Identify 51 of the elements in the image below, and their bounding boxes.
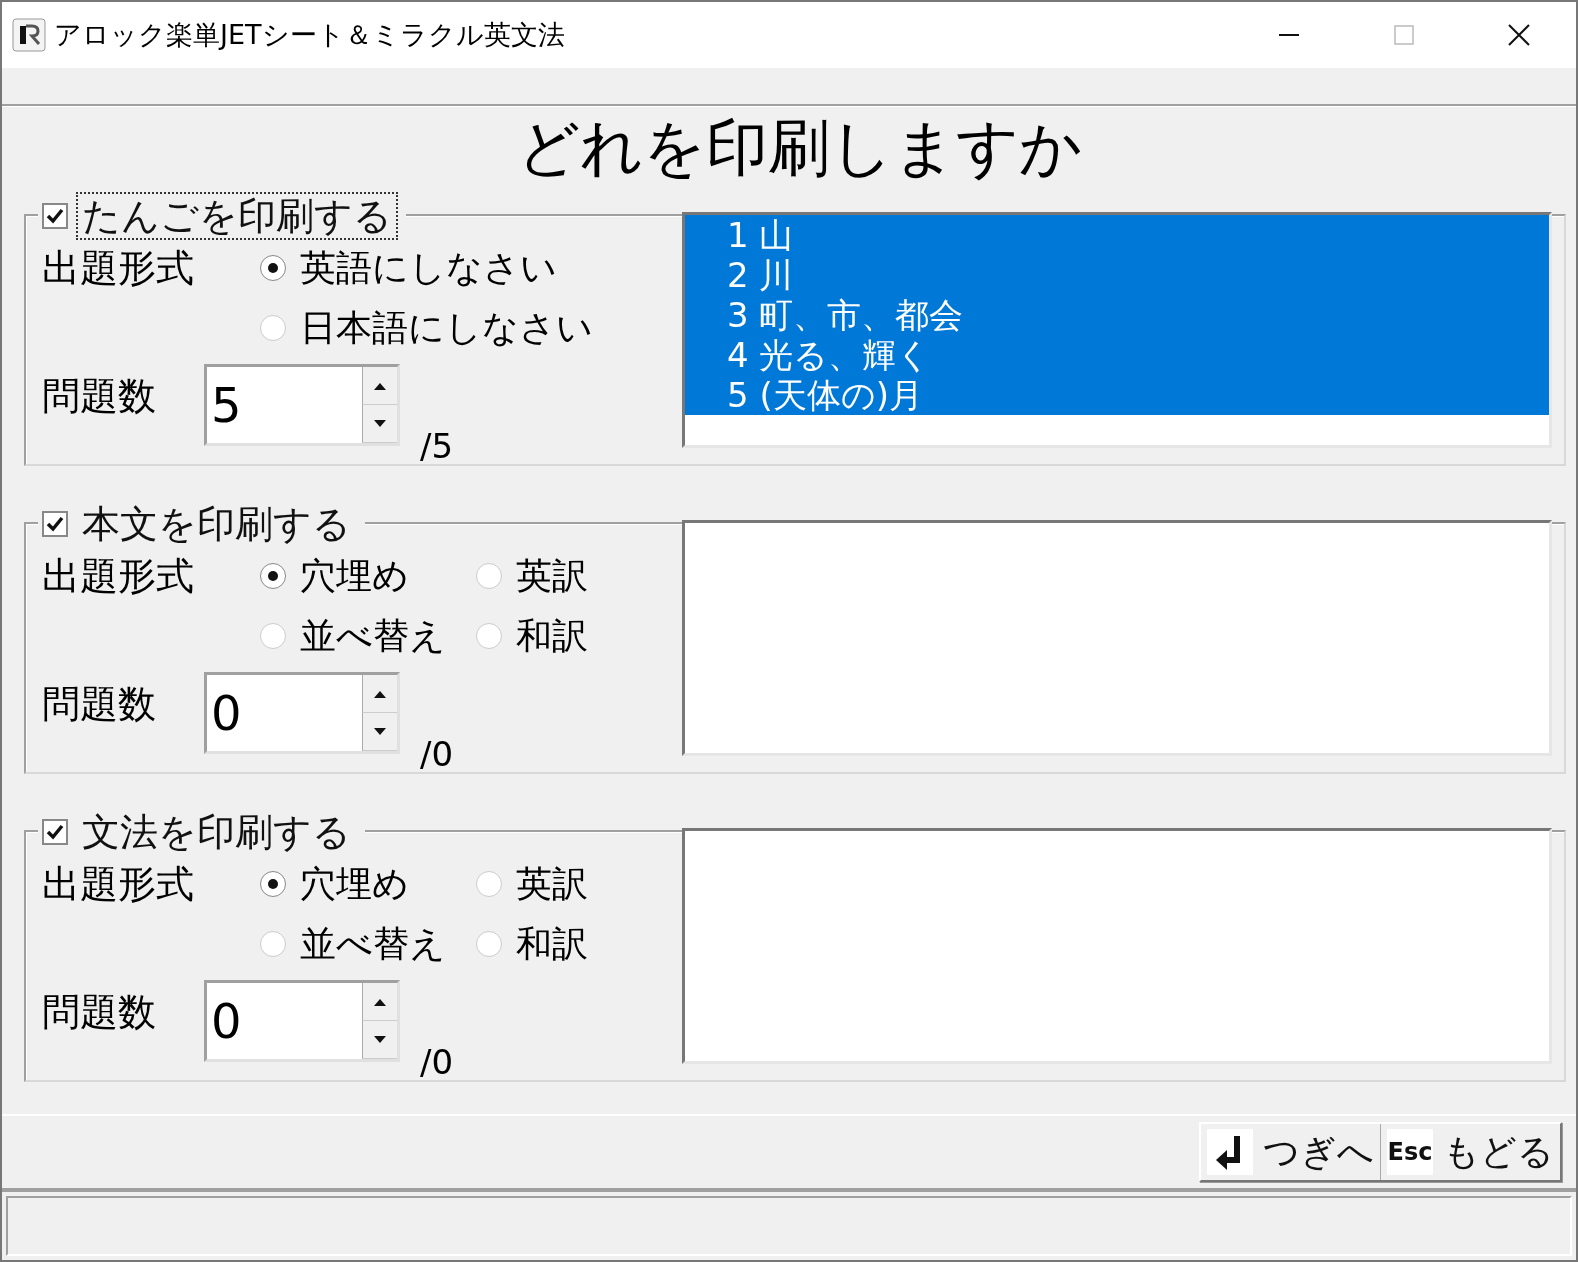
radio-label[interactable]: 日本語にしなさい: [300, 306, 593, 350]
section-checkbox-label[interactable]: 本文を印刷する: [76, 500, 357, 548]
count-label: 問題数: [42, 990, 156, 1034]
list-item[interactable]: 5 (天体の)月: [685, 375, 1549, 415]
list-item[interactable]: 2 川: [685, 255, 1549, 295]
check-icon: [45, 514, 65, 534]
radio-label[interactable]: 並べ替え: [300, 922, 446, 966]
radio-button[interactable]: [260, 871, 286, 897]
preview-list[interactable]: 1 山 2 川 3 町、市、都会 4 光る、輝く 5 (天体の)月: [682, 212, 1552, 448]
section-checkbox-label[interactable]: たんごを印刷する: [76, 192, 398, 240]
list-item[interactable]: 3 町、市、都会: [685, 295, 1549, 335]
radio-label[interactable]: 英語にしなさい: [300, 246, 557, 290]
radio-label[interactable]: 穴埋め: [300, 554, 409, 598]
check-icon: [45, 206, 65, 226]
radio-label[interactable]: 英訳: [516, 554, 588, 598]
radio-button[interactable]: [476, 871, 502, 897]
radio-button[interactable]: [260, 315, 286, 341]
format-label: 出題形式: [42, 246, 194, 290]
count-label: 問題数: [42, 682, 156, 726]
radio-button[interactable]: [476, 931, 502, 957]
radio-label[interactable]: 和訳: [516, 614, 588, 658]
checkbox[interactable]: [42, 511, 68, 537]
radio-label[interactable]: 英訳: [516, 862, 588, 906]
total-count: /0: [420, 1042, 454, 1082]
radio-button[interactable]: [476, 623, 502, 649]
dialog-heading: どれを印刷しますか: [515, 111, 1082, 184]
list-item[interactable]: 1 山: [685, 215, 1549, 255]
total-count: /0: [420, 734, 454, 774]
list-item[interactable]: 4 光る、輝く: [685, 335, 1549, 375]
close-icon: [1507, 24, 1530, 46]
format-label: 出題形式: [42, 862, 194, 906]
key-label: Esc: [1387, 1129, 1433, 1175]
count-label: 問題数: [42, 374, 156, 418]
radio-label[interactable]: 穴埋め: [300, 862, 409, 906]
radio-button[interactable]: [476, 563, 502, 589]
window-title: アロック楽単JETシート＆ミラクル英文法: [54, 18, 566, 52]
checkbox[interactable]: [42, 819, 68, 845]
section-checkbox-label[interactable]: 文法を印刷する: [76, 808, 357, 856]
check-icon: [45, 822, 65, 842]
radio-button[interactable]: [260, 623, 286, 649]
maximize-icon: [1393, 25, 1414, 45]
radio-button[interactable]: [260, 255, 286, 281]
app-icon: [12, 18, 46, 52]
format-label: 出題形式: [42, 554, 194, 598]
checkbox[interactable]: [42, 203, 68, 229]
radio-button[interactable]: [260, 563, 286, 589]
total-count: /5: [420, 426, 454, 466]
radio-button[interactable]: [260, 931, 286, 957]
radio-label[interactable]: 並べ替え: [300, 614, 446, 658]
minimize-icon: [1278, 34, 1299, 36]
radio-label[interactable]: 和訳: [516, 922, 588, 966]
